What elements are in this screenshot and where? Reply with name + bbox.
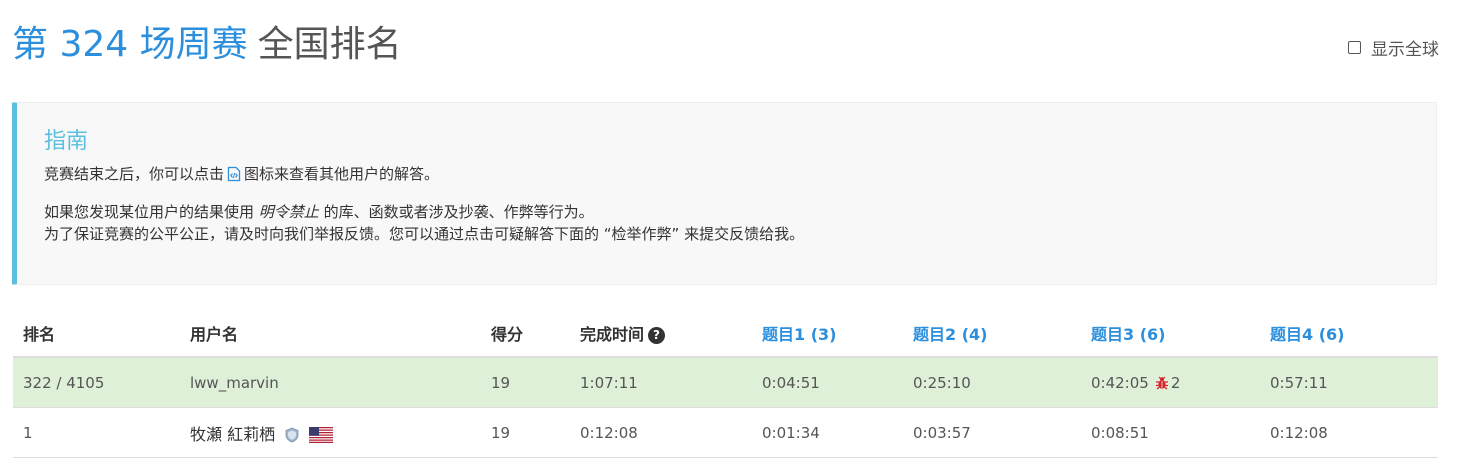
guide-line-2-before: 如果您发现某位用户的结果使用 [44,203,255,221]
show-global-checkbox[interactable] [1348,41,1361,54]
guide-forbidden-emphasis: 明令禁止 [258,203,319,221]
guide-line-2: 如果您发现某位用户的结果使用 明令禁止 的库、函数或者涉及抄袭、作弊等行为。 [44,201,1436,223]
table-header-row: 排名 用户名 得分 完成时间? 题目1 (3) 题目2 (4) 题目3 (6) … [13,310,1438,358]
cell-q3-penalty: 2 [1170,373,1181,392]
ranking-table: 排名 用户名 得分 完成时间? 题目1 (3) 题目2 (4) 题目3 (6) … [13,310,1438,458]
shield-badge-icon [285,427,299,442]
header-score: 得分 [481,310,570,358]
header-finish-time-label: 完成时间 [580,325,645,344]
cell-rank: 1 [13,407,180,458]
code-file-icon [227,166,241,182]
contest-title-link[interactable]: 第 324 场周赛 [12,24,248,65]
header-username: 用户名 [180,310,481,358]
header-rank: 排名 [13,310,180,358]
header-question-2[interactable]: 题目2 (4) [903,310,1081,358]
guide-line-1: 竞赛结束之后，你可以点击 图标来查看其他用户的解答。 [44,163,1436,185]
cell-q2-time: 0:03:57 [903,407,1081,458]
cell-score: 19 [481,407,570,458]
contest-ranking-page: 第 324 场周赛 全国排名 显示全球 指南 竞赛结束之后，你可以点击 图标来查看… [0,0,1473,459]
table-row-self: 322 / 4105 lww_marvin 19 1:07:11 0:04:51… [13,357,1438,408]
guide-line-1-before: 竞赛结束之后，你可以点击 [44,165,225,183]
cell-q1-time: 0:01:34 [752,407,903,458]
cell-finish-time: 0:12:08 [570,407,752,458]
guide-panel: 指南 竞赛结束之后，你可以点击 图标来查看其他用户的解答。 如果您发现某位用户的… [12,102,1437,285]
guide-line-2-after: 的库、函数或者涉及抄袭、作弊等行为。 [323,203,594,221]
show-global-label: 显示全球 [1371,40,1439,60]
header-question-1[interactable]: 题目1 (3) [752,310,903,358]
cell-q3-time: 0:42:05 [1091,373,1149,392]
table-row: 1 牧瀬 紅莉栖 19 0:12:08 0:01:34 0:03:57 0:08… [13,407,1438,458]
cell-username[interactable]: lww_marvin [180,357,481,408]
guide-line-1-after: 图标来查看其他用户的解答。 [244,165,440,183]
cell-q3: 0:42:05 2 [1081,357,1260,408]
cell-q4-time: 0:57:11 [1260,357,1438,408]
us-flag-icon [309,426,334,443]
cell-username: 牧瀬 紅莉栖 [180,407,481,458]
guide-title: 指南 [44,129,89,154]
cell-score: 19 [481,357,570,408]
bug-icon [1155,376,1168,389]
show-global-toggle[interactable]: 显示全球 [1348,35,1439,60]
username-link[interactable]: 牧瀬 紅莉栖 [190,425,275,444]
header-question-4[interactable]: 题目4 (6) [1260,310,1438,358]
header-question-3[interactable]: 题目3 (6) [1081,310,1260,358]
cell-rank: 322 / 4105 [13,357,180,408]
cell-q4-time: 0:12:08 [1260,407,1438,458]
header-finish-time: 完成时间? [570,310,752,358]
cell-finish-time: 1:07:11 [570,357,752,408]
title-suffix: 全国排名 [257,24,402,65]
cell-q2-time: 0:25:10 [903,357,1081,408]
page-title: 第 324 场周赛 全国排名 [12,20,402,70]
guide-line-3: 为了保证竞赛的公平公正，请及时向我们举报反馈。您可以通过点击可疑解答下面的 “检… [44,225,805,243]
cell-q3-time: 0:08:51 [1081,407,1260,458]
cell-q1-time: 0:04:51 [752,357,903,408]
question-circle-icon[interactable]: ? [648,327,666,344]
